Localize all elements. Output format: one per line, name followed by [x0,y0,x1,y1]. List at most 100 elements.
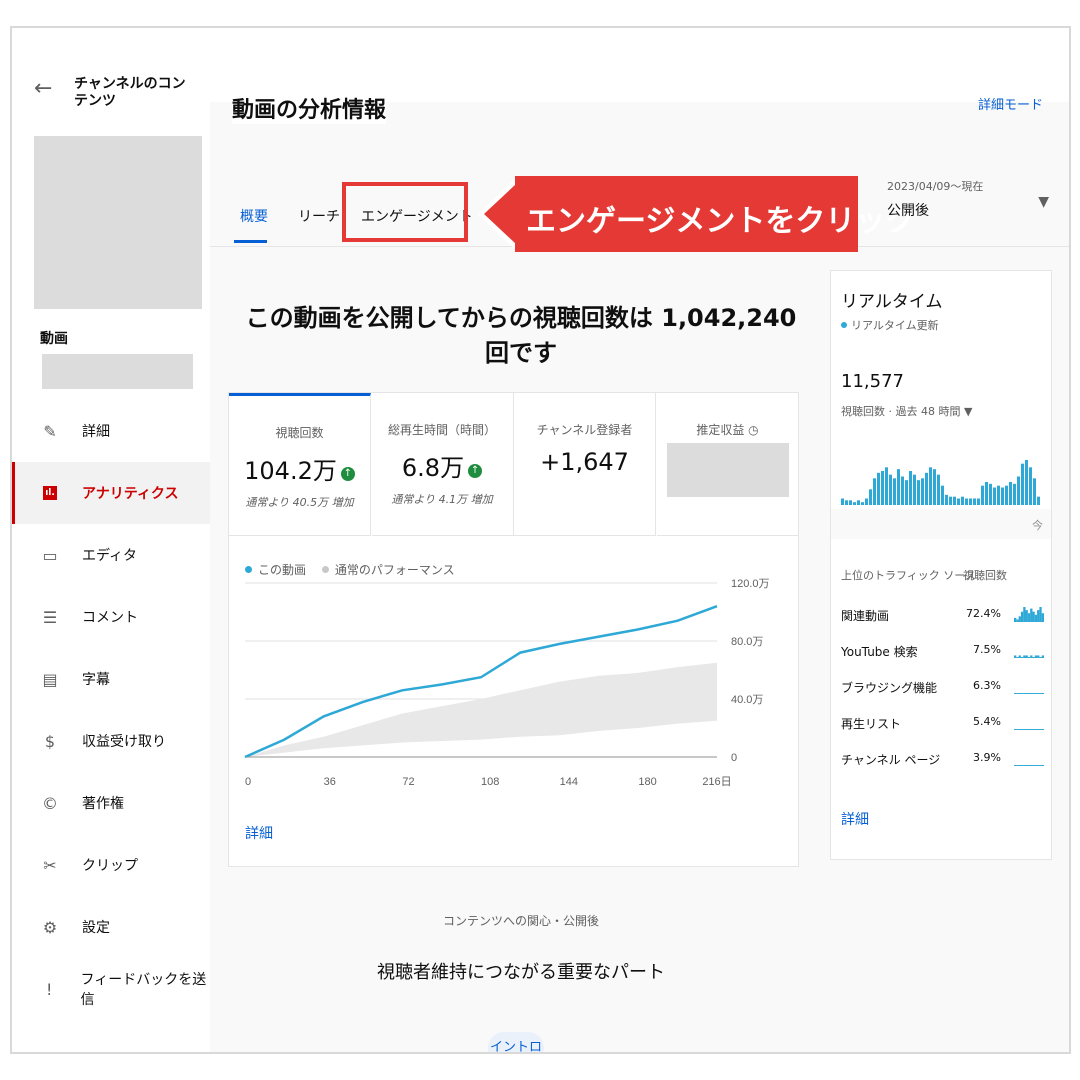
realtime-bar [1037,496,1040,505]
sparkline-bar [1014,693,1017,694]
tab-overview[interactable]: 概要 [240,206,268,226]
sparkline-bar [1032,729,1035,730]
analytics-icon: ıl. [43,486,57,500]
sparkline-bar [1016,619,1019,622]
realtime-bar [925,472,928,505]
traffic-row: 関連動画 72.4% [841,607,1046,627]
traffic-row: YouTube 検索 7.5% [841,643,1046,663]
overview-card: 視聴回数 104.2万 ↑ 通常より 40.5万 増加 総再生時間（時間） 6.8万 ↑ 通常… [228,392,799,867]
realtime-bar [885,467,888,505]
sparkline-bar [1030,693,1033,694]
views-headline: この動画を公開してからの視聴回数は 1,042,240 回です [245,304,797,367]
traffic-source-pct: 7.5% [973,643,1001,656]
sparkline-bar [1032,611,1035,622]
sidebar-item-comment[interactable]: ☰ コメント [12,586,210,648]
realtime-now-label: 今 [1032,519,1043,532]
sidebar-item-pencil[interactable]: ✎ 詳細 [12,400,210,462]
traffic-row: 再生リスト 5.4% [841,715,1046,735]
sidebar: ← チャンネルのコンテンツ 動画 ✎ 詳細 ıl. アナリティクス ▭ エディタ ☰ コメント… [12,28,210,1052]
realtime-bar [997,485,1000,505]
sparkline-bar [1039,765,1042,766]
tab-bar: 概要 リーチ エンゲージメント エンゲージメントをクリック 2023/04/09… [210,128,1069,252]
realtime-count-label[interactable]: 視聴回数 · 過去 48 時間 ▼ [841,403,972,419]
x-tick-label: 108 [481,776,499,788]
engagement-highlight-box [342,182,468,242]
back-arrow-icon[interactable]: ← [34,76,60,102]
sidebar-item-label: 設定 [82,920,110,936]
realtime-bar [849,500,852,505]
sidebar-item-label: コメント [82,610,138,626]
sparkline-bar [1034,765,1038,766]
comment-icon: ☰ [42,607,58,627]
sparkline-bar [1018,616,1021,622]
realtime-bar [881,471,884,505]
sidebar-item-scissors[interactable]: ✂ クリップ [12,834,210,896]
y-tick-label: 120.0万 [731,578,770,590]
sparkline-bar [1034,729,1038,730]
editor-icon: ▭ [42,545,58,565]
main-content: 動画の分析情報 詳細モード 概要 リーチ エンゲージメント エンゲージメントをク… [210,92,1069,1052]
sidebar-item-feedback[interactable]: ! フィードバックを送信 [12,958,210,1020]
date-range[interactable]: 2023/04/09～現在 [887,178,983,194]
sparkline-bar [1037,729,1040,730]
sparkline-bar [1037,693,1040,694]
date-range-label[interactable]: 公開後 [887,200,929,220]
sparkline-bar [1025,655,1028,658]
gear-icon: ⚙ [42,917,58,937]
realtime-bar [957,498,960,505]
sidebar-item-editor[interactable]: ▭ エディタ [12,524,210,586]
sidebar-item-analytics[interactable]: ıl. アナリティクス [12,462,210,524]
realtime-bar [933,469,936,505]
realtime-details-link[interactable]: 詳細 [841,809,869,829]
overview-details-link[interactable]: 詳細 [245,823,273,843]
dropdown-arrow-icon[interactable]: ▼ [1038,194,1049,210]
sparkline-bar [1037,610,1040,622]
traffic-header-source: 上位のトラフィック ソース [841,569,976,582]
sparkline-bar [1041,693,1044,694]
dollar-icon: $ [44,731,56,751]
sidebar-item-label: 収益受け取り [82,734,166,750]
sparkline-bar [1039,657,1042,658]
section-title: 視聴者維持につながる重要なパート [377,962,665,983]
sidebar-item-subtitles[interactable]: ▤ 字幕 [12,648,210,710]
traffic-source-pct: 3.9% [973,751,1001,764]
video-section-label: 動画 [40,331,68,347]
sparkline-bar [1020,729,1024,730]
sidebar-item-dollar[interactable]: $ 収益受け取り [12,710,210,772]
sparkline-bar [1025,729,1028,730]
realtime-card: リアルタイム リアルタイム更新 11,577 視聴回数 · 過去 48 時間 ▼… [830,270,1052,860]
realtime-bar [893,478,896,505]
sidebar-title: チャンネルのコンテンツ [74,76,186,109]
sparkline-bar [1027,729,1031,730]
sparkline-bar [1037,655,1040,658]
realtime-bar [841,498,844,505]
traffic-source-pct: 72.4% [966,607,1001,620]
realtime-bar [953,496,956,505]
sidebar-item-label: 著作権 [82,796,124,812]
chip-intro[interactable]: イントロ [488,1032,544,1052]
sparkline-bar [1016,729,1019,730]
app-frame: ← チャンネルのコンテンツ 動画 ✎ 詳細 ıl. アナリティクス ▭ エディタ ☰ コメント… [10,26,1071,1054]
realtime-count: 11,577 [841,371,904,392]
callout-text: エンゲージメントをクリック [526,204,916,239]
realtime-bar [909,471,912,505]
realtime-bar [901,476,904,505]
sparkline-bar [1032,657,1035,658]
video-thumbnail[interactable] [34,136,202,309]
sparkline-bar [1020,765,1024,766]
traffic-sparkline [1014,655,1044,658]
detail-mode-link[interactable]: 詳細モード [978,94,1043,113]
sparkline-bar [1016,765,1019,766]
sparkline-bar [1020,693,1024,694]
traffic-source-name: 関連動画 [841,609,890,623]
realtime-bar [921,478,924,505]
sidebar-item-label: 詳細 [82,424,110,440]
sidebar-item-copyright[interactable]: © 著作権 [12,772,210,834]
realtime-bar [873,478,876,505]
sparkline-bar [1034,614,1038,622]
realtime-bar [941,485,944,505]
sidebar-item-gear[interactable]: ⚙ 設定 [12,896,210,958]
sparkline-bar [1020,611,1024,622]
realtime-bar [1033,478,1036,505]
tab-reach[interactable]: リーチ [298,206,340,226]
